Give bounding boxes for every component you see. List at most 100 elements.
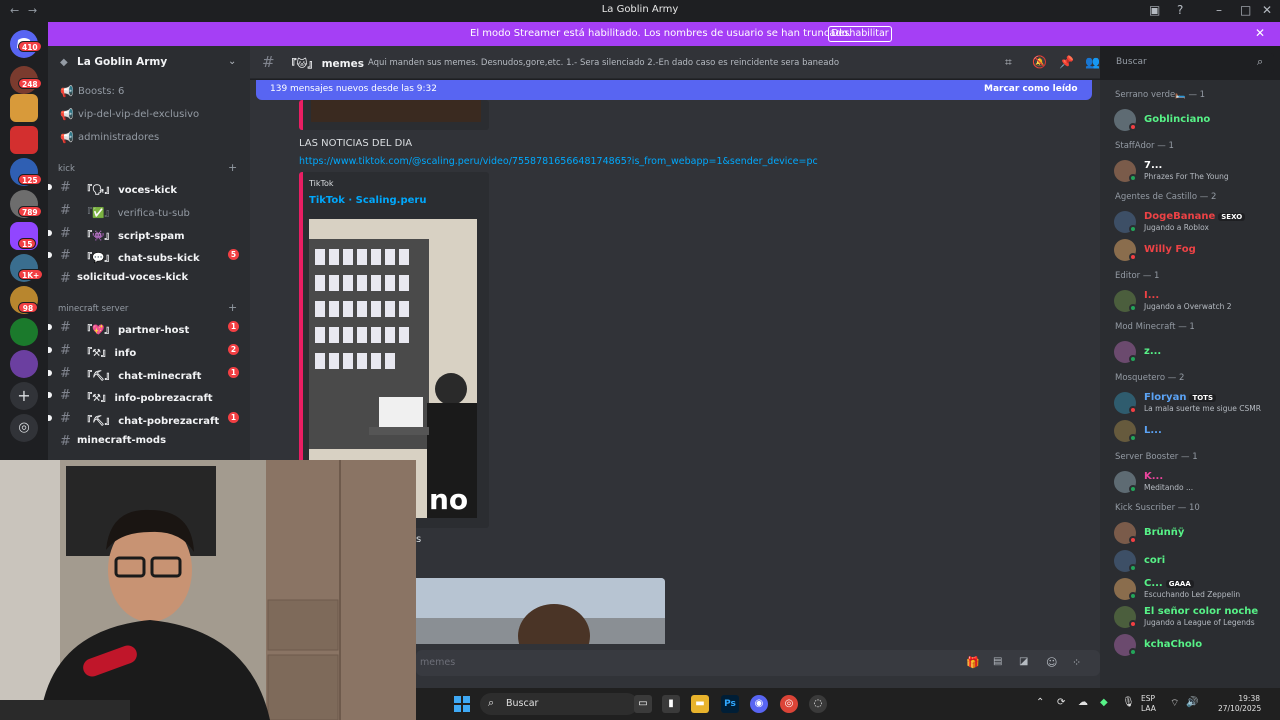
member-list-icon[interactable]: 👥 bbox=[1085, 55, 1100, 69]
add-channel-icon[interactable]: + bbox=[228, 161, 237, 174]
member-row[interactable]: I... Jugando a Overwatch 2 bbox=[1114, 288, 1280, 314]
hash-icon: # bbox=[60, 203, 71, 218]
back-arrow-icon[interactable]: ← bbox=[10, 4, 19, 17]
member-row[interactable]: L... bbox=[1114, 418, 1280, 444]
member-row[interactable]: kchaCholo bbox=[1114, 632, 1280, 658]
server-name[interactable]: La Goblin Army bbox=[77, 56, 167, 68]
search-icon: ⌕ bbox=[488, 696, 495, 709]
keyboard-language[interactable]: ESP LAA bbox=[1141, 694, 1156, 714]
channel-label: info bbox=[114, 348, 137, 359]
maximize-icon[interactable]: □ bbox=[1240, 3, 1251, 17]
member-row[interactable]: Willy Fog bbox=[1114, 237, 1280, 263]
obs-icon[interactable]: ◌ bbox=[809, 695, 827, 713]
new-messages-bar[interactable]: 139 mensajes nuevos desde las 9:32 Marca… bbox=[256, 80, 1092, 100]
disable-streamer-button[interactable]: Deshabilitar bbox=[828, 26, 892, 42]
member-name: Willy Fog bbox=[1144, 244, 1196, 255]
add-server-icon[interactable]: + bbox=[10, 382, 38, 410]
add-channel-icon[interactable]: + bbox=[228, 301, 237, 314]
tray-chevron-icon[interactable]: ⌃ bbox=[1036, 697, 1044, 708]
tray-sync-icon[interactable]: ⟳ bbox=[1057, 697, 1065, 708]
emoji-icon[interactable]: ☺ bbox=[1046, 656, 1057, 669]
server-icon-9[interactable] bbox=[10, 318, 38, 346]
member-row[interactable]: K... Meditando ... bbox=[1114, 469, 1280, 495]
gif-icon[interactable]: ▤ bbox=[993, 656, 1002, 667]
member-row[interactable]: z... bbox=[1114, 339, 1280, 365]
category-minecraft-server[interactable]: minecraft server bbox=[58, 304, 128, 314]
inbox-icon[interactable]: ▣ bbox=[1149, 3, 1160, 17]
file-explorer-icon[interactable]: ▬ bbox=[691, 695, 709, 713]
channel-script-spam[interactable]: # 『👾』 script-spam bbox=[48, 223, 250, 243]
notifications-muted-icon[interactable]: 🔕 bbox=[1032, 55, 1047, 69]
task-view-icon[interactable]: ▭ bbox=[634, 695, 652, 713]
member-activity: Jugando a Roblox bbox=[1144, 223, 1209, 232]
forward-arrow-icon[interactable]: → bbox=[28, 4, 37, 17]
sticker-icon[interactable]: ◪ bbox=[1019, 656, 1028, 667]
clock[interactable]: 19:38 27/10/2025 bbox=[1218, 694, 1261, 714]
channel-chat-pobrezacraft[interactable]: # 『⛏』 chat-pobrezacraft 1 bbox=[48, 408, 250, 428]
start-icon[interactable] bbox=[454, 696, 470, 712]
channel-info[interactable]: # 『⚒』 info 2 bbox=[48, 340, 250, 360]
channel-minecraft-mods[interactable]: # minecraft-mods bbox=[48, 431, 250, 451]
channel-topic[interactable]: Aqui manden sus memes. Desnudos,gore,etc… bbox=[368, 58, 839, 68]
minimize-icon[interactable]: – bbox=[1216, 3, 1222, 17]
microphone-icon[interactable]: 🎙 bbox=[1122, 697, 1135, 708]
apps-icon[interactable]: ⁘ bbox=[1072, 656, 1081, 669]
server-icon-10[interactable] bbox=[10, 350, 38, 378]
member-group-header: Serrano verde🛏️ — 1 bbox=[1115, 90, 1206, 100]
channel-vip[interactable]: 📢 vip-del-vip-del-exclusivo bbox=[48, 105, 250, 125]
threads-icon[interactable]: ⌗ bbox=[1005, 55, 1012, 70]
status-indicator bbox=[1129, 304, 1137, 312]
member-group-header: Editor — 1 bbox=[1115, 271, 1160, 281]
chrome-icon[interactable]: ◎ bbox=[780, 695, 798, 713]
server-icon-3[interactable] bbox=[10, 126, 38, 154]
photoshop-icon[interactable]: Ps bbox=[721, 695, 739, 713]
search-input[interactable]: Buscar ⌕ bbox=[1110, 53, 1274, 73]
channel-administradores[interactable]: 📢 administradores bbox=[48, 128, 250, 148]
embed-title[interactable]: TikTok · Scaling.peru bbox=[309, 195, 426, 206]
channel-chat-subs-kick[interactable]: # 『💬』 chat-subs-kick 5 bbox=[48, 245, 250, 265]
member-row[interactable]: 7... Phrazes For The Young bbox=[1114, 158, 1280, 184]
status-indicator bbox=[1129, 648, 1137, 656]
channel-info-pobrezacraft[interactable]: # 『⚒』 info-pobrezacraft bbox=[48, 385, 250, 405]
channel-partner-host[interactable]: # 『💖』 partner-host 1 bbox=[48, 317, 250, 337]
discover-icon[interactable]: ◎ bbox=[10, 414, 38, 442]
category-kick[interactable]: kick bbox=[58, 164, 75, 174]
member-row[interactable]: Brünñÿ bbox=[1114, 520, 1280, 546]
embed-image[interactable] bbox=[311, 100, 481, 122]
close-banner-icon[interactable]: ✕ bbox=[1255, 26, 1265, 40]
channel-label: verifica-tu-sub bbox=[117, 208, 190, 219]
channel-voces-kick[interactable]: # 『🗣』 voces-kick bbox=[48, 177, 250, 197]
member-row[interactable]: C... GAAA Escuchando Led Zeppelin bbox=[1114, 576, 1280, 602]
member-row[interactable]: Floryan TOTS La mala suerte me sigue CSMR bbox=[1114, 390, 1280, 416]
attached-image[interactable] bbox=[416, 578, 665, 644]
member-row[interactable]: El señor color noche Jugando a League of … bbox=[1114, 604, 1280, 630]
member-row[interactable]: Goblinciano bbox=[1114, 107, 1280, 133]
channel-label: partner-host bbox=[117, 325, 190, 336]
channel-verifica-tu-sub[interactable]: # 『✅』 verifica-tu-sub bbox=[48, 200, 250, 220]
gift-icon[interactable]: 🎁 bbox=[966, 656, 980, 669]
member-row[interactable]: DogeBanane SEXO Jugando a Roblox bbox=[1114, 209, 1280, 235]
boosts-item[interactable]: 📢 Boosts: 6 bbox=[48, 82, 250, 102]
tray-app-icon[interactable]: ◆ bbox=[1100, 697, 1108, 708]
pin-icon[interactable]: 📌 bbox=[1059, 55, 1074, 69]
message-link[interactable]: https://www.tiktok.com/@scaling.peru/vid… bbox=[299, 156, 818, 167]
member-group-header: Mosquetero — 2 bbox=[1115, 373, 1185, 383]
channel-label: info-pobrezacraft bbox=[114, 393, 213, 404]
wifi-icon[interactable]: ⌔ bbox=[1170, 697, 1179, 710]
chevron-down-icon[interactable]: ⌄ bbox=[228, 56, 236, 67]
close-window-icon[interactable]: ✕ bbox=[1262, 3, 1272, 17]
message-composer[interactable]: memes 🎁 ▤ ◪ ☺ ⁘ bbox=[416, 650, 1100, 676]
discord-taskbar-icon[interactable]: ◉ bbox=[750, 695, 768, 713]
taskbar-search[interactable]: ⌕ Buscar bbox=[480, 693, 638, 715]
help-icon[interactable]: ? bbox=[1177, 3, 1183, 17]
status-indicator bbox=[1129, 434, 1137, 442]
onedrive-icon[interactable]: ☁ bbox=[1078, 697, 1088, 708]
server-icon-2[interactable] bbox=[10, 94, 38, 122]
mark-read-button[interactable]: Marcar como leído bbox=[984, 84, 1078, 94]
channel-solicitud-voces-kick[interactable]: # solicitud-voces-kick bbox=[48, 268, 250, 288]
channel-chat-minecraft[interactable]: # 『⛏』 chat-minecraft 1 bbox=[48, 363, 250, 383]
webcam-overlay bbox=[0, 460, 416, 720]
volume-icon[interactable]: 🔊 bbox=[1186, 697, 1198, 708]
app-icon[interactable]: ▮ bbox=[662, 695, 680, 713]
member-row[interactable]: cori bbox=[1114, 548, 1280, 574]
